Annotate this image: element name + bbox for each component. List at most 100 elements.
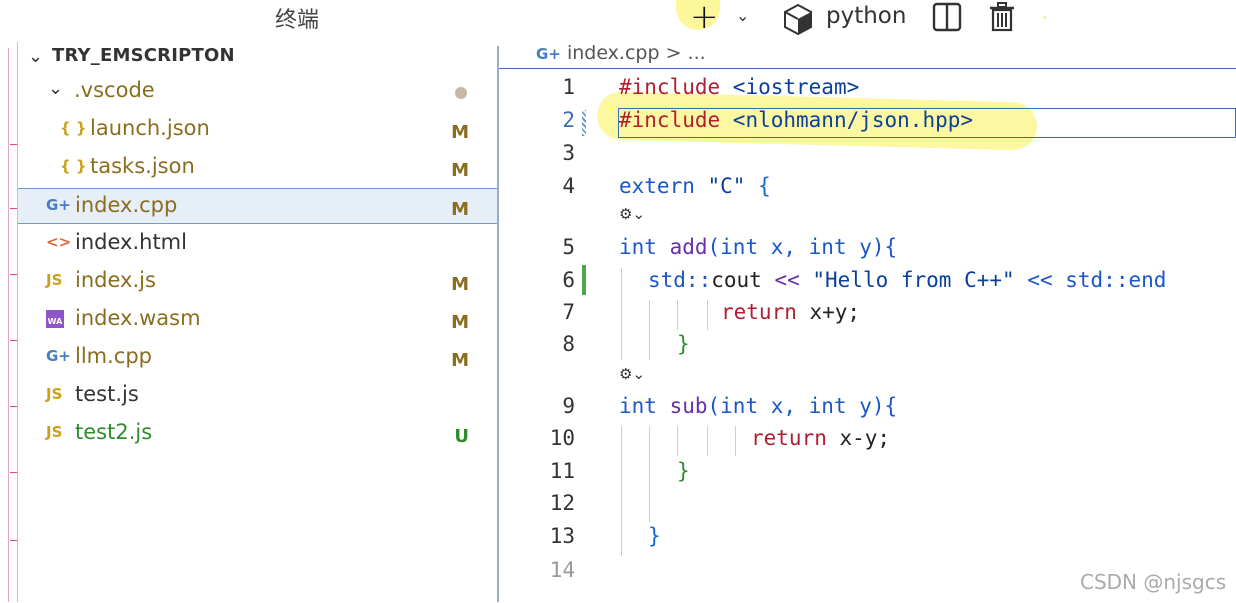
wasm-icon: WA bbox=[46, 310, 64, 328]
code-editor[interactable]: 1 2 3 4 5 6 7 8 9 10 11 12 13 14 #includ… bbox=[499, 68, 1236, 603]
file-test-js[interactable]: JS test.js bbox=[18, 378, 497, 414]
line-number: 14 bbox=[549, 558, 575, 582]
explorer-sidebar: ⌄ TRY_EMSCRIPTON ⌄ .vscode { } launch.js… bbox=[18, 42, 497, 602]
terminal-profile-label[interactable]: python bbox=[826, 3, 906, 29]
chevron-down-icon: ⌄ bbox=[28, 46, 44, 67]
file-index-js[interactable]: JS index.js M bbox=[18, 264, 497, 300]
folder-vscode[interactable]: ⌄ .vscode bbox=[18, 74, 497, 110]
js-icon: JS bbox=[46, 271, 63, 289]
list-item-label: index.cpp bbox=[75, 193, 178, 217]
json-icon: { } bbox=[60, 119, 87, 137]
line-number: 8 bbox=[562, 332, 575, 356]
breadcrumb: G+ index.cpp > ... bbox=[536, 42, 706, 64]
line-number: 10 bbox=[549, 426, 575, 450]
explorer-root[interactable]: ⌄ TRY_EMSCRIPTON bbox=[18, 42, 497, 78]
list-item-label: .vscode bbox=[74, 78, 155, 102]
modified-dot-icon bbox=[455, 87, 467, 99]
code-line: } bbox=[677, 459, 690, 483]
chevron-down-icon[interactable]: ⌄ bbox=[736, 6, 749, 25]
root-folder-label: TRY_EMSCRIPTON bbox=[52, 45, 235, 66]
line-number: 3 bbox=[562, 141, 575, 165]
line-number: 2 bbox=[562, 108, 575, 132]
edge-tick bbox=[10, 144, 17, 145]
edge-line bbox=[8, 48, 9, 602]
cpp-icon: G+ bbox=[46, 347, 71, 365]
code-line: int add(int x, int y){ bbox=[619, 235, 898, 259]
split-terminal-icon[interactable] bbox=[932, 2, 962, 32]
git-status-badge: M bbox=[451, 312, 469, 333]
plus-icon[interactable]: + bbox=[690, 0, 719, 34]
file-llm-cpp[interactable]: G+ llm.cpp M bbox=[18, 340, 497, 376]
codelens-icon[interactable]: ⚙⌄ bbox=[619, 205, 645, 223]
file-index-html[interactable]: <> index.html bbox=[18, 226, 497, 262]
indent-guide bbox=[735, 426, 736, 456]
cpp-icon: G+ bbox=[46, 196, 71, 214]
trash-icon[interactable] bbox=[988, 2, 1016, 32]
watermark: CSDN @njsgcs bbox=[1080, 570, 1227, 594]
git-status-badge: M bbox=[451, 274, 469, 295]
code-line: extern "C" { bbox=[619, 174, 771, 198]
file-tasks-json[interactable]: { } tasks.json M bbox=[18, 150, 497, 186]
line-number: 1 bbox=[562, 75, 575, 99]
panel-header bbox=[17, 0, 1236, 42]
chevron-down-icon: ⌄ bbox=[48, 78, 64, 99]
list-item-label: test.js bbox=[75, 382, 139, 406]
git-status-badge: M bbox=[451, 350, 469, 371]
cube-icon[interactable] bbox=[781, 2, 815, 36]
cpp-icon: G+ bbox=[536, 45, 561, 63]
indent-guide bbox=[649, 300, 650, 360]
git-status-badge: M bbox=[451, 160, 469, 181]
indent-guide bbox=[677, 426, 678, 456]
edge-tick bbox=[10, 340, 17, 341]
breadcrumb-file[interactable]: index.cpp bbox=[567, 42, 660, 64]
line-number: 7 bbox=[562, 300, 575, 324]
line-number: 6 bbox=[562, 268, 575, 292]
indent-guide bbox=[677, 300, 678, 330]
js-icon: JS bbox=[46, 423, 63, 441]
list-item-label: index.html bbox=[75, 230, 187, 254]
line-number: 12 bbox=[549, 491, 575, 515]
indent-guide bbox=[621, 268, 622, 360]
list-item-label: tasks.json bbox=[90, 154, 195, 178]
code-line: } bbox=[648, 524, 661, 548]
list-item-label: llm.cpp bbox=[75, 344, 153, 368]
breadcrumb-rest[interactable]: > ... bbox=[666, 42, 706, 64]
line-number: 13 bbox=[549, 524, 575, 548]
indent-guide bbox=[621, 426, 622, 556]
code-line: return x+y; bbox=[721, 300, 861, 324]
git-status-badge: U bbox=[454, 426, 469, 447]
file-launch-json[interactable]: { } launch.json M bbox=[18, 112, 497, 148]
indent-guide bbox=[707, 426, 708, 456]
line-number: 5 bbox=[562, 235, 575, 259]
list-item-label: launch.json bbox=[90, 116, 210, 140]
list-item-label: test2.js bbox=[75, 420, 153, 444]
code-line: return x-y; bbox=[751, 426, 891, 450]
code-line: } bbox=[677, 332, 690, 356]
js-icon: JS bbox=[46, 385, 63, 403]
file-test2-js[interactable]: JS test2.js U bbox=[18, 416, 497, 452]
edge-tick bbox=[10, 472, 17, 473]
list-item-label: index.wasm bbox=[75, 306, 201, 330]
html-icon: <> bbox=[46, 233, 72, 251]
file-index-cpp[interactable]: G+ index.cpp M bbox=[18, 188, 497, 224]
edge-tick bbox=[10, 406, 17, 407]
terminal-title: 终端 bbox=[275, 8, 320, 33]
edge-tick bbox=[10, 274, 17, 275]
codelens-icon[interactable]: ⚙⌄ bbox=[619, 365, 645, 383]
speck bbox=[1043, 16, 1046, 19]
indent-guide bbox=[649, 490, 650, 522]
indent-guide bbox=[649, 426, 650, 490]
json-icon: { } bbox=[60, 157, 87, 175]
code-line: std::cout << "Hello from C++" << std::en… bbox=[648, 268, 1167, 292]
modified-gutter-marker bbox=[582, 110, 586, 136]
file-index-wasm[interactable]: WA index.wasm M bbox=[18, 302, 497, 338]
indent-guide bbox=[707, 300, 708, 330]
code-line: int sub(int x, int y){ bbox=[619, 394, 898, 418]
edge-tick bbox=[10, 540, 17, 541]
line-number: 11 bbox=[549, 459, 575, 483]
code-line: #include <iostream> bbox=[619, 75, 860, 99]
git-status-badge: M bbox=[451, 199, 469, 220]
modified-gutter-marker bbox=[582, 265, 586, 295]
line-number: 9 bbox=[562, 394, 575, 418]
edge-tick bbox=[10, 208, 17, 209]
